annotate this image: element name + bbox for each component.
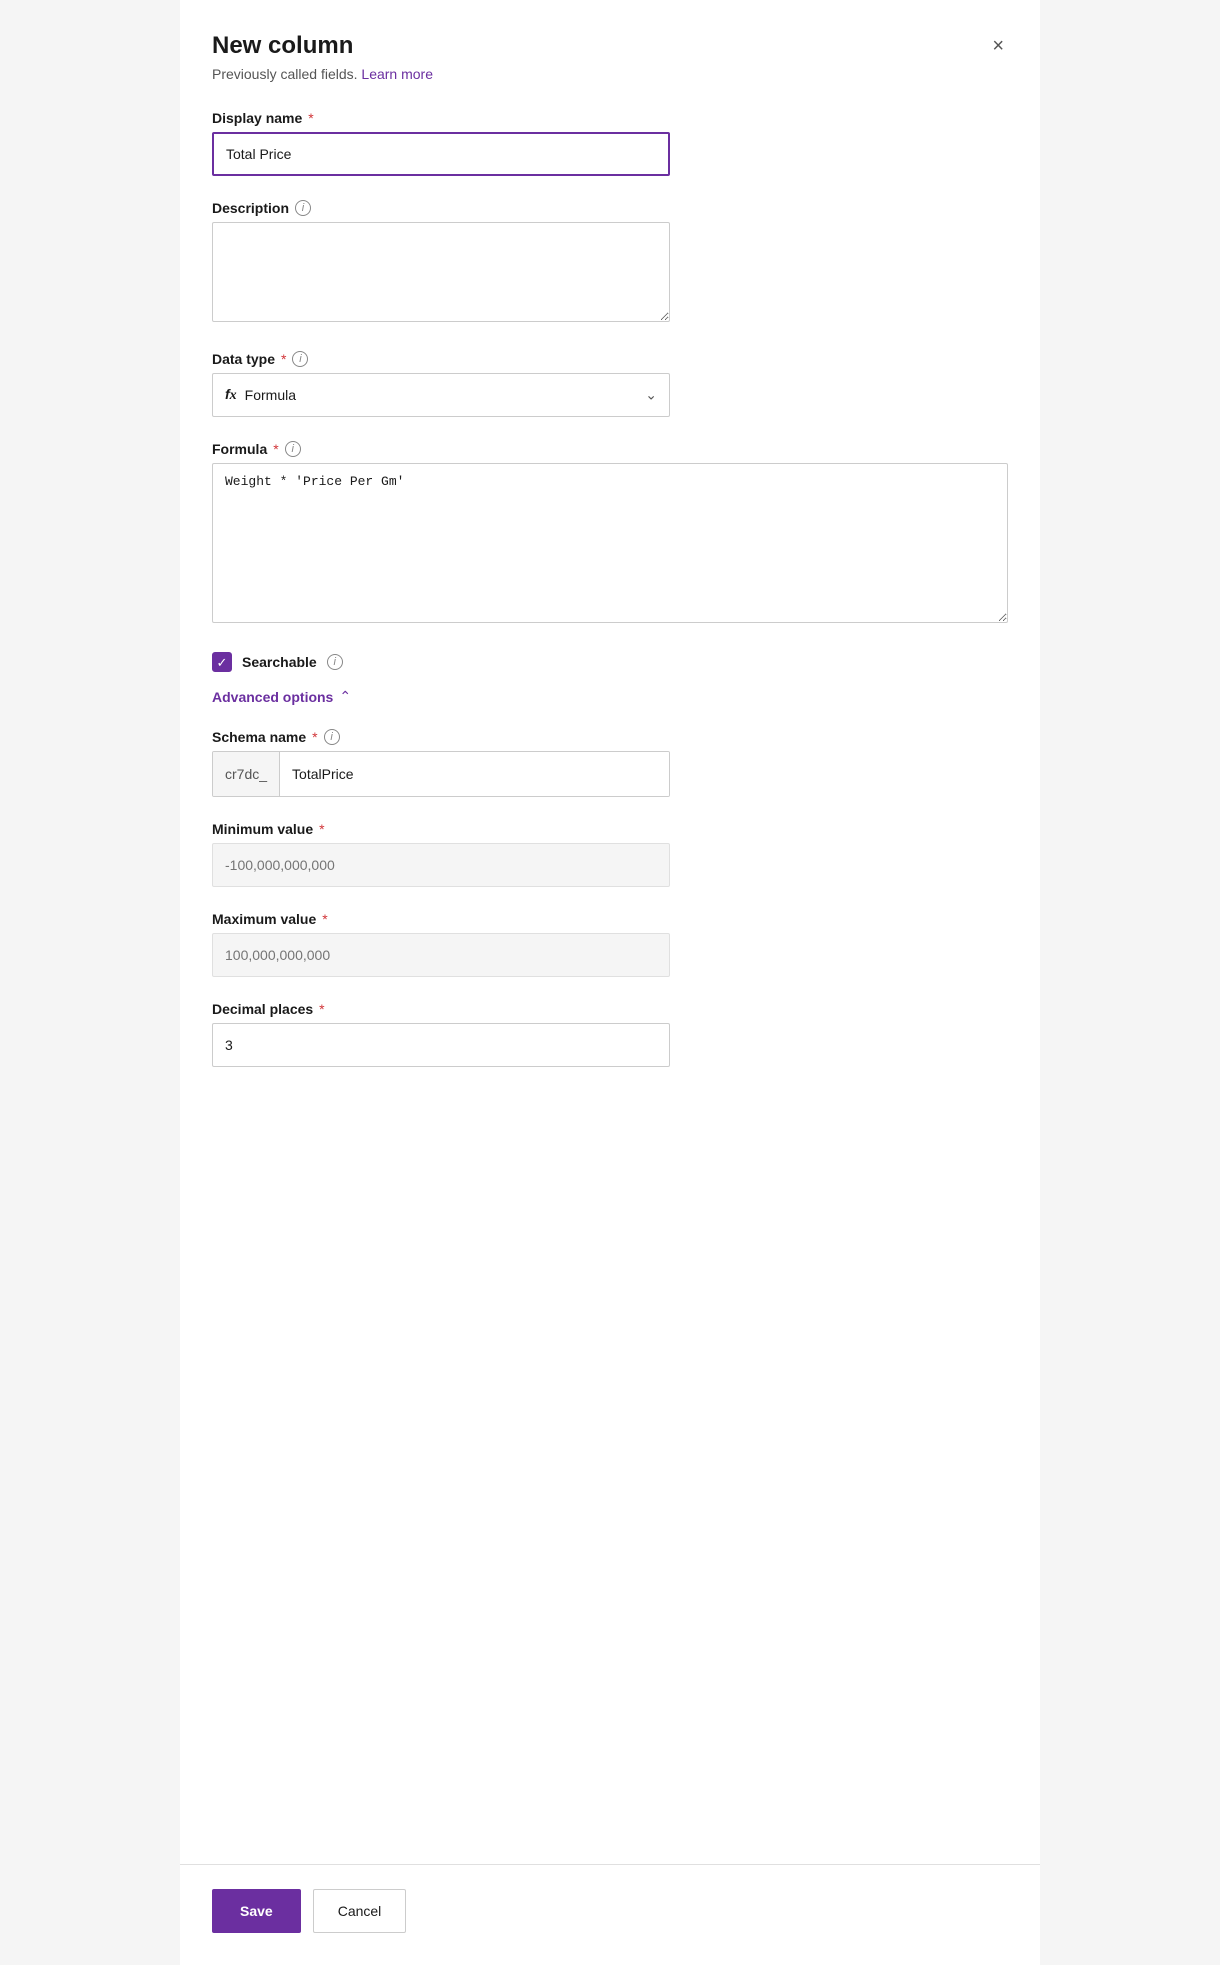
chevron-down-icon: ⌄	[645, 387, 657, 404]
data-type-selected-value: Formula	[245, 387, 296, 403]
panel-header: New column ×	[212, 32, 1008, 60]
formula-icon: fx	[225, 386, 237, 404]
maximum-value-label: Maximum value *	[212, 911, 1008, 927]
check-icon: ✓	[217, 656, 228, 669]
formula-label: Formula * i	[212, 441, 1008, 457]
formula-input[interactable]: Weight * 'Price Per Gm'	[212, 463, 1008, 623]
decimal-places-label: Decimal places *	[212, 1001, 1008, 1017]
schema-name-required: *	[312, 729, 317, 745]
advanced-options-toggle[interactable]: Advanced options ⌃	[212, 688, 1008, 705]
chevron-up-icon: ⌃	[339, 688, 351, 705]
description-field: Description i	[212, 200, 1008, 327]
schema-name-field: Schema name * i cr7dc_	[212, 729, 1008, 797]
minimum-value-field: Minimum value *	[212, 821, 1008, 887]
cancel-button[interactable]: Cancel	[313, 1889, 407, 1933]
schema-input-wrapper: cr7dc_	[212, 751, 670, 797]
schema-prefix: cr7dc_	[213, 752, 280, 796]
schema-name-info-icon[interactable]: i	[324, 729, 340, 745]
form-content: Display name * Description i Data type *…	[212, 110, 1008, 1864]
description-label: Description i	[212, 200, 1008, 216]
save-button[interactable]: Save	[212, 1889, 301, 1933]
data-type-label: Data type * i	[212, 351, 1008, 367]
decimal-places-field: Decimal places *	[212, 1001, 1008, 1067]
subtitle: Previously called fields. Learn more	[212, 66, 1008, 82]
data-type-info-icon[interactable]: i	[292, 351, 308, 367]
display-name-field: Display name *	[212, 110, 1008, 176]
searchable-row: ✓ Searchable i	[212, 652, 1008, 672]
advanced-options-label: Advanced options	[212, 689, 333, 705]
maximum-value-input[interactable]	[212, 933, 670, 977]
formula-required: *	[273, 441, 278, 457]
searchable-label: Searchable	[242, 654, 317, 670]
searchable-info-icon[interactable]: i	[327, 654, 343, 670]
panel-title: New column	[212, 32, 353, 60]
data-type-select-wrapper: fx Formula ⌄	[212, 373, 670, 417]
minimum-value-input[interactable]	[212, 843, 670, 887]
learn-more-link[interactable]: Learn more	[361, 66, 433, 82]
minimum-value-label: Minimum value *	[212, 821, 1008, 837]
maximum-value-required: *	[322, 911, 327, 927]
minimum-value-required: *	[319, 821, 324, 837]
formula-field: Formula * i Weight * 'Price Per Gm'	[212, 441, 1008, 628]
panel-footer: Save Cancel	[180, 1864, 1040, 1965]
formula-info-icon[interactable]: i	[285, 441, 301, 457]
searchable-checkbox[interactable]: ✓	[212, 652, 232, 672]
display-name-label: Display name *	[212, 110, 1008, 126]
data-type-select[interactable]: fx Formula ⌄	[212, 373, 670, 417]
formula-wrapper: Weight * 'Price Per Gm'	[212, 463, 1008, 628]
data-type-field: Data type * i fx Formula ⌄	[212, 351, 1008, 417]
schema-name-label: Schema name * i	[212, 729, 1008, 745]
description-input[interactable]	[212, 222, 670, 322]
data-type-required: *	[281, 351, 286, 367]
decimal-places-required: *	[319, 1001, 324, 1017]
description-info-icon[interactable]: i	[295, 200, 311, 216]
new-column-panel: New column × Previously called fields. L…	[180, 0, 1040, 1965]
maximum-value-field: Maximum value *	[212, 911, 1008, 977]
display-name-input[interactable]	[212, 132, 670, 176]
display-name-required: *	[308, 110, 313, 126]
schema-name-input[interactable]	[280, 752, 669, 796]
decimal-places-input[interactable]	[212, 1023, 670, 1067]
close-button[interactable]: ×	[988, 32, 1008, 60]
